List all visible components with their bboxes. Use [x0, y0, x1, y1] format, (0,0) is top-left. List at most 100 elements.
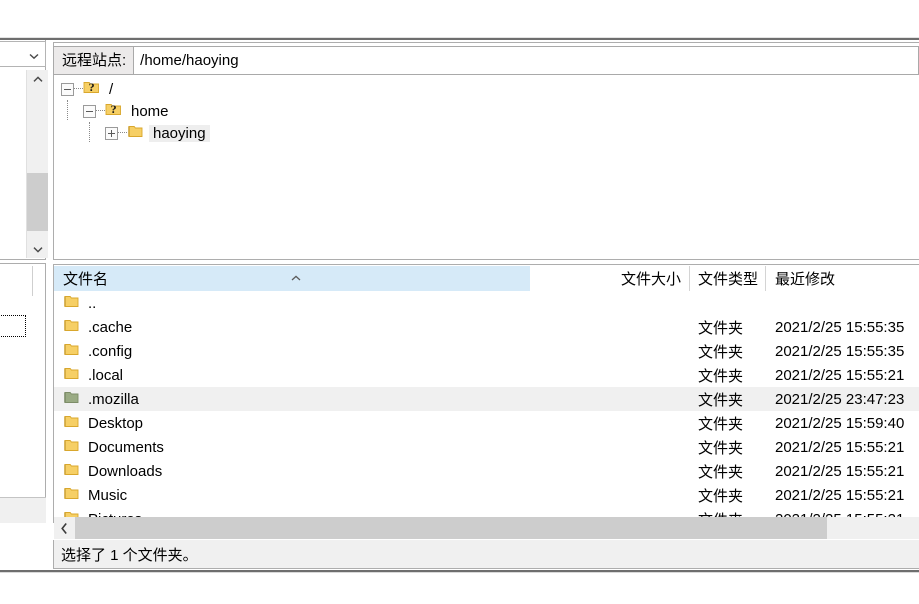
file-name-label: Music [88, 486, 128, 504]
cell-type: 文件夹 [698, 463, 744, 481]
local-tree-vertical-scrollbar[interactable] [26, 70, 48, 258]
table-row[interactable]: .local 文件夹 2021/2/25 15:55:21 [54, 363, 919, 387]
scroll-up-arrow-icon[interactable] [27, 70, 48, 88]
file-list-rows[interactable]: .. .cache 文件夹 2021/2/25 15:55:35 .config 文件夹 2… [54, 291, 919, 517]
cell-modified: 2021/2/25 15:55:21 [775, 486, 905, 504]
file-name-label: .config [88, 342, 133, 360]
local-file-list-cropped [0, 263, 46, 523]
tree-collapse-toggle-icon[interactable] [61, 82, 74, 96]
cell-name: Desktop [54, 413, 530, 433]
chevron-left-icon[interactable] [54, 517, 75, 539]
cell-modified: 2021/2/25 15:55:35 [775, 342, 905, 360]
remote-site-label: 远程站点: [53, 46, 135, 75]
cell-name: Music [54, 485, 530, 505]
folder-icon [127, 123, 144, 143]
chevron-down-icon [28, 49, 40, 61]
table-row[interactable]: .config 文件夹 2021/2/25 15:55:35 [54, 339, 919, 363]
focus-outline [0, 315, 26, 337]
cell-modified: 2021/2/25 15:55:35 [775, 318, 905, 336]
column-header-type[interactable]: 文件类型 [690, 266, 766, 291]
file-name-label: .mozilla [88, 390, 139, 408]
table-row[interactable]: Pictures文件夹2021/2/25 15:55:21 [54, 507, 919, 517]
folder-icon [63, 341, 80, 361]
folder-icon [63, 413, 80, 433]
folder-unknown-icon: ? [83, 79, 100, 99]
scrollbar-thumb[interactable] [27, 173, 48, 231]
file-name-label: Documents [88, 438, 164, 456]
tree-connector-line [118, 132, 127, 134]
remote-site-path-input[interactable]: /home/haoying [134, 46, 919, 75]
cell-type: 文件夹 [698, 343, 744, 361]
table-row[interactable]: Desktop 文件夹 2021/2/25 15:59:40 [54, 411, 919, 435]
tree-connector-line [96, 110, 105, 112]
svg-text:?: ? [111, 102, 117, 116]
folder-icon [63, 293, 80, 313]
folder-icon [63, 485, 80, 505]
cell-type: 文件夹 [698, 439, 744, 457]
cell-modified: 2021/2/25 15:55:21 [775, 366, 905, 384]
status-text: 选择了 1 个文件夹。 [61, 546, 198, 564]
folder-icon [63, 437, 80, 457]
file-name-label: Downloads [88, 462, 163, 480]
cell-modified: 2021/2/25 23:47:23 [775, 390, 905, 408]
sort-ascending-icon [289, 270, 303, 281]
svg-text:?: ? [89, 80, 95, 94]
table-row[interactable]: Music 文件夹 2021/2/25 15:55:21 [54, 483, 919, 507]
file-name-label: .local [88, 366, 124, 384]
top-divider-dark [0, 38, 919, 40]
cell-type: 文件夹 [690, 509, 766, 518]
cell-name: .. [54, 293, 530, 313]
file-list-column-headers: 文件名 文件大小 文件类型 最近修改 [54, 266, 919, 291]
cell-modified: 2021/2/25 15:55:21 [775, 438, 905, 456]
cell-name: .local [54, 365, 530, 385]
column-header-name-label: 文件名 [63, 271, 109, 288]
scrollbar-thumb[interactable] [75, 517, 827, 539]
tree-connector-line [74, 88, 83, 90]
cell-name: Downloads [54, 461, 530, 481]
tree-item-home[interactable]: ? home [55, 100, 917, 122]
tree-item-root[interactable]: ? / [55, 78, 917, 100]
bottom-divider [0, 572, 919, 573]
cell-name: .cache [54, 317, 530, 337]
tree-collapse-toggle-icon[interactable] [83, 104, 96, 118]
folder-green-icon [63, 389, 80, 409]
file-name-label: .. [88, 294, 97, 312]
folder-unknown-icon: ? [105, 101, 122, 121]
local-list-column-divider [32, 266, 33, 296]
folder-icon [63, 461, 80, 481]
cell-name: .mozilla [54, 389, 530, 409]
cell-modified: 2021/2/25 15:59:40 [775, 414, 905, 432]
status-bar: 选择了 1 个文件夹。 [53, 540, 919, 569]
cell-modified: 2021/2/25 15:55:21 [775, 462, 905, 480]
folder-icon [63, 317, 80, 337]
column-header-size[interactable]: 文件大小 [530, 266, 690, 291]
cell-type: 文件夹 [698, 391, 744, 409]
cell-name: .config [54, 341, 530, 361]
tree-item-label: / [109, 80, 114, 98]
scroll-down-arrow-icon[interactable] [27, 240, 48, 258]
tree-expand-toggle-icon[interactable] [105, 126, 118, 140]
file-list-horizontal-scrollbar[interactable] [54, 517, 919, 539]
cell-type: 文件夹 [698, 415, 744, 433]
table-row[interactable]: .. [54, 291, 919, 315]
folder-icon [63, 509, 80, 517]
file-name-label: Desktop [88, 414, 144, 432]
cell-type: 文件夹 [698, 367, 744, 385]
cell-name: Documents [54, 437, 530, 457]
tree-item-haoying[interactable]: haoying [55, 122, 917, 144]
remote-directory-tree[interactable]: ? / ? home haoying [55, 78, 917, 258]
tree-item-label: haoying [149, 124, 210, 142]
table-row[interactable]: .mozilla 文件夹 2021/2/25 23:47:23 [54, 387, 919, 411]
tree-item-label: home [131, 102, 169, 120]
cell-name: Pictures [54, 509, 530, 517]
remote-site-bar: 远程站点: /home/haoying [53, 46, 919, 75]
table-row[interactable]: Documents 文件夹 2021/2/25 15:55:21 [54, 435, 919, 459]
table-row[interactable]: .cache 文件夹 2021/2/25 15:55:35 [54, 315, 919, 339]
table-row[interactable]: Downloads 文件夹 2021/2/25 15:55:21 [54, 459, 919, 483]
filezilla-remote-panel: 远程站点: /home/haoying ? / ? home haoying 文… [0, 0, 919, 604]
local-site-combobox[interactable] [0, 41, 46, 67]
cell-type: 文件夹 [698, 487, 744, 505]
cell-type: 文件夹 [698, 319, 744, 337]
column-header-modified[interactable]: 最近修改 [766, 266, 919, 291]
column-header-name[interactable]: 文件名 [54, 266, 530, 291]
